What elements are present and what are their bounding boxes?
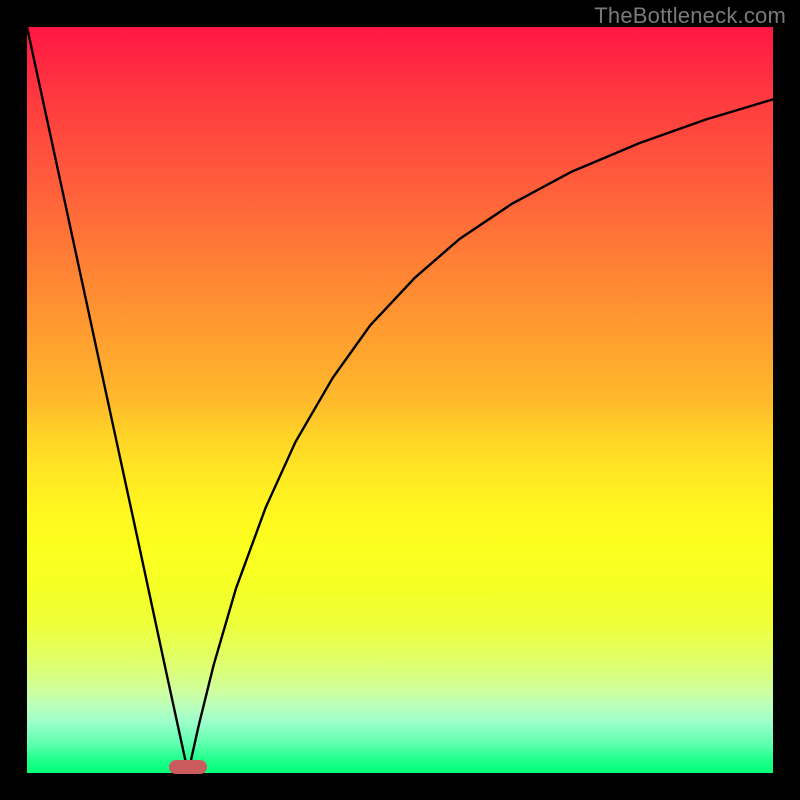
watermark-text: TheBottleneck.com	[594, 3, 786, 29]
chart-frame: TheBottleneck.com	[0, 0, 800, 800]
minimum-marker	[169, 760, 207, 774]
bottleneck-curve	[27, 27, 773, 773]
plot-area	[27, 27, 773, 773]
